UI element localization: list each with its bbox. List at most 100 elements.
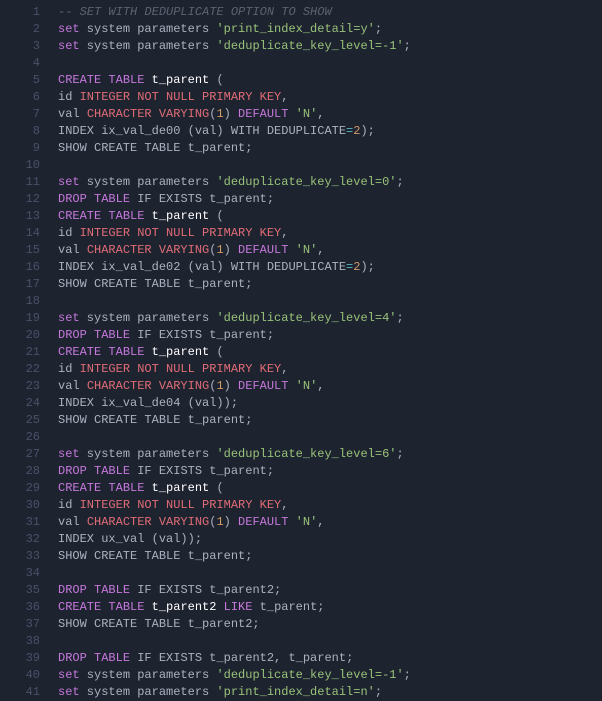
- code-line[interactable]: 38: [0, 633, 602, 650]
- code-line[interactable]: 13CREATE TABLE t_parent (: [0, 208, 602, 225]
- code-line[interactable]: 31val CHARACTER VARYING(1) DEFAULT 'N',: [0, 514, 602, 531]
- code-content[interactable]: id INTEGER NOT NULL PRIMARY KEY,: [58, 225, 602, 242]
- code-line[interactable]: 4: [0, 55, 602, 72]
- code-content[interactable]: [58, 565, 602, 582]
- code-line[interactable]: 28DROP TABLE IF EXISTS t_parent;: [0, 463, 602, 480]
- token-pn: ;: [404, 668, 411, 682]
- code-line[interactable]: 19set system parameters 'deduplicate_key…: [0, 310, 602, 327]
- code-content[interactable]: set system parameters 'print_index_detai…: [58, 21, 602, 38]
- code-line[interactable]: 11set system parameters 'deduplicate_key…: [0, 174, 602, 191]
- code-line[interactable]: 34: [0, 565, 602, 582]
- code-line[interactable]: 26: [0, 429, 602, 446]
- code-content[interactable]: set system parameters 'deduplicate_key_l…: [58, 667, 602, 684]
- code-line[interactable]: 35DROP TABLE IF EXISTS t_parent2;: [0, 582, 602, 599]
- line-number: 31: [0, 514, 58, 531]
- code-line[interactable]: 18: [0, 293, 602, 310]
- code-content[interactable]: [58, 293, 602, 310]
- code-editor[interactable]: 1-- SET WITH DEDUPLICATE OPTION TO SHOW2…: [0, 0, 602, 701]
- code-line[interactable]: 32INDEX ux_val (val));: [0, 531, 602, 548]
- code-line[interactable]: 21CREATE TABLE t_parent (: [0, 344, 602, 361]
- code-content[interactable]: val CHARACTER VARYING(1) DEFAULT 'N',: [58, 106, 602, 123]
- code-content[interactable]: set system parameters 'deduplicate_key_l…: [58, 38, 602, 55]
- code-content[interactable]: INDEX ix_val_de00 (val) WITH DEDUPLICATE…: [58, 123, 602, 140]
- code-content[interactable]: [58, 633, 602, 650]
- code-content[interactable]: CREATE TABLE t_parent (: [58, 208, 602, 225]
- line-number: 8: [0, 123, 58, 140]
- code-content[interactable]: id INTEGER NOT NULL PRIMARY KEY,: [58, 361, 602, 378]
- code-line[interactable]: 1-- SET WITH DEDUPLICATE OPTION TO SHOW: [0, 4, 602, 21]
- code-line[interactable]: 27set system parameters 'deduplicate_key…: [0, 446, 602, 463]
- token-id: SHOW CREATE TABLE t_parent;: [58, 549, 252, 563]
- code-content[interactable]: DROP TABLE IF EXISTS t_parent;: [58, 191, 602, 208]
- code-content[interactable]: [58, 429, 602, 446]
- code-content[interactable]: INDEX ux_val (val));: [58, 531, 602, 548]
- token-id: [216, 600, 223, 614]
- code-line[interactable]: 36CREATE TABLE t_parent2 LIKE t_parent;: [0, 599, 602, 616]
- token-kw: TABLE: [94, 583, 130, 597]
- token-tbl: t_parent: [152, 209, 210, 223]
- code-content[interactable]: [58, 157, 602, 174]
- code-content[interactable]: -- SET WITH DEDUPLICATE OPTION TO SHOW: [58, 4, 602, 21]
- token-id: system parameters: [80, 39, 217, 53]
- code-content[interactable]: val CHARACTER VARYING(1) DEFAULT 'N',: [58, 514, 602, 531]
- code-line[interactable]: 6id INTEGER NOT NULL PRIMARY KEY,: [0, 89, 602, 106]
- line-number: 4: [0, 55, 58, 72]
- code-line[interactable]: 40set system parameters 'deduplicate_key…: [0, 667, 602, 684]
- code-line[interactable]: 2set system parameters 'print_index_deta…: [0, 21, 602, 38]
- code-line[interactable]: 17SHOW CREATE TABLE t_parent;: [0, 276, 602, 293]
- code-content[interactable]: SHOW CREATE TABLE t_parent;: [58, 548, 602, 565]
- code-line[interactable]: 23val CHARACTER VARYING(1) DEFAULT 'N',: [0, 378, 602, 395]
- code-line[interactable]: 10: [0, 157, 602, 174]
- code-line[interactable]: 12DROP TABLE IF EXISTS t_parent;: [0, 191, 602, 208]
- code-content[interactable]: id INTEGER NOT NULL PRIMARY KEY,: [58, 497, 602, 514]
- code-content[interactable]: INDEX ix_val_de02 (val) WITH DEDUPLICATE…: [58, 259, 602, 276]
- code-line[interactable]: 30id INTEGER NOT NULL PRIMARY KEY,: [0, 497, 602, 514]
- code-content[interactable]: SHOW CREATE TABLE t_parent2;: [58, 616, 602, 633]
- code-content[interactable]: set system parameters 'deduplicate_key_l…: [58, 174, 602, 191]
- token-id: system parameters: [80, 175, 217, 189]
- code-line[interactable]: 5CREATE TABLE t_parent (: [0, 72, 602, 89]
- code-line[interactable]: 15val CHARACTER VARYING(1) DEFAULT 'N',: [0, 242, 602, 259]
- code-content[interactable]: [58, 55, 602, 72]
- token-str: 'N': [296, 515, 318, 529]
- code-line[interactable]: 8INDEX ix_val_de00 (val) WITH DEDUPLICAT…: [0, 123, 602, 140]
- code-content[interactable]: SHOW CREATE TABLE t_parent;: [58, 276, 602, 293]
- line-number: 18: [0, 293, 58, 310]
- code-line[interactable]: 9SHOW CREATE TABLE t_parent;: [0, 140, 602, 157]
- code-content[interactable]: CREATE TABLE t_parent2 LIKE t_parent;: [58, 599, 602, 616]
- code-line[interactable]: 3set system parameters 'deduplicate_key_…: [0, 38, 602, 55]
- code-content[interactable]: set system parameters 'print_index_detai…: [58, 684, 602, 701]
- code-line[interactable]: 24INDEX ix_val_de04 (val));: [0, 395, 602, 412]
- line-number: 33: [0, 548, 58, 565]
- token-id: t_parent;: [252, 600, 324, 614]
- code-line[interactable]: 20DROP TABLE IF EXISTS t_parent;: [0, 327, 602, 344]
- code-content[interactable]: id INTEGER NOT NULL PRIMARY KEY,: [58, 89, 602, 106]
- code-line[interactable]: 39DROP TABLE IF EXISTS t_parent2, t_pare…: [0, 650, 602, 667]
- code-content[interactable]: SHOW CREATE TABLE t_parent;: [58, 140, 602, 157]
- code-content[interactable]: DROP TABLE IF EXISTS t_parent2;: [58, 582, 602, 599]
- code-content[interactable]: DROP TABLE IF EXISTS t_parent2, t_parent…: [58, 650, 602, 667]
- token-pn: ,: [317, 379, 324, 393]
- code-line[interactable]: 25SHOW CREATE TABLE t_parent;: [0, 412, 602, 429]
- token-pn: ,: [317, 107, 324, 121]
- code-line[interactable]: 41set system parameters 'print_index_det…: [0, 684, 602, 701]
- code-content[interactable]: INDEX ix_val_de04 (val));: [58, 395, 602, 412]
- code-content[interactable]: SHOW CREATE TABLE t_parent;: [58, 412, 602, 429]
- code-content[interactable]: set system parameters 'deduplicate_key_l…: [58, 310, 602, 327]
- code-line[interactable]: 7val CHARACTER VARYING(1) DEFAULT 'N',: [0, 106, 602, 123]
- code-line[interactable]: 16INDEX ix_val_de02 (val) WITH DEDUPLICA…: [0, 259, 602, 276]
- code-content[interactable]: set system parameters 'deduplicate_key_l…: [58, 446, 602, 463]
- code-line[interactable]: 29CREATE TABLE t_parent (: [0, 480, 602, 497]
- code-content[interactable]: DROP TABLE IF EXISTS t_parent;: [58, 327, 602, 344]
- code-line[interactable]: 14id INTEGER NOT NULL PRIMARY KEY,: [0, 225, 602, 242]
- code-content[interactable]: val CHARACTER VARYING(1) DEFAULT 'N',: [58, 242, 602, 259]
- code-line[interactable]: 37SHOW CREATE TABLE t_parent2;: [0, 616, 602, 633]
- code-content[interactable]: val CHARACTER VARYING(1) DEFAULT 'N',: [58, 378, 602, 395]
- code-content[interactable]: CREATE TABLE t_parent (: [58, 344, 602, 361]
- code-content[interactable]: DROP TABLE IF EXISTS t_parent;: [58, 463, 602, 480]
- code-line[interactable]: 22id INTEGER NOT NULL PRIMARY KEY,: [0, 361, 602, 378]
- line-number: 12: [0, 191, 58, 208]
- code-line[interactable]: 33SHOW CREATE TABLE t_parent;: [0, 548, 602, 565]
- code-content[interactable]: CREATE TABLE t_parent (: [58, 480, 602, 497]
- code-content[interactable]: CREATE TABLE t_parent (: [58, 72, 602, 89]
